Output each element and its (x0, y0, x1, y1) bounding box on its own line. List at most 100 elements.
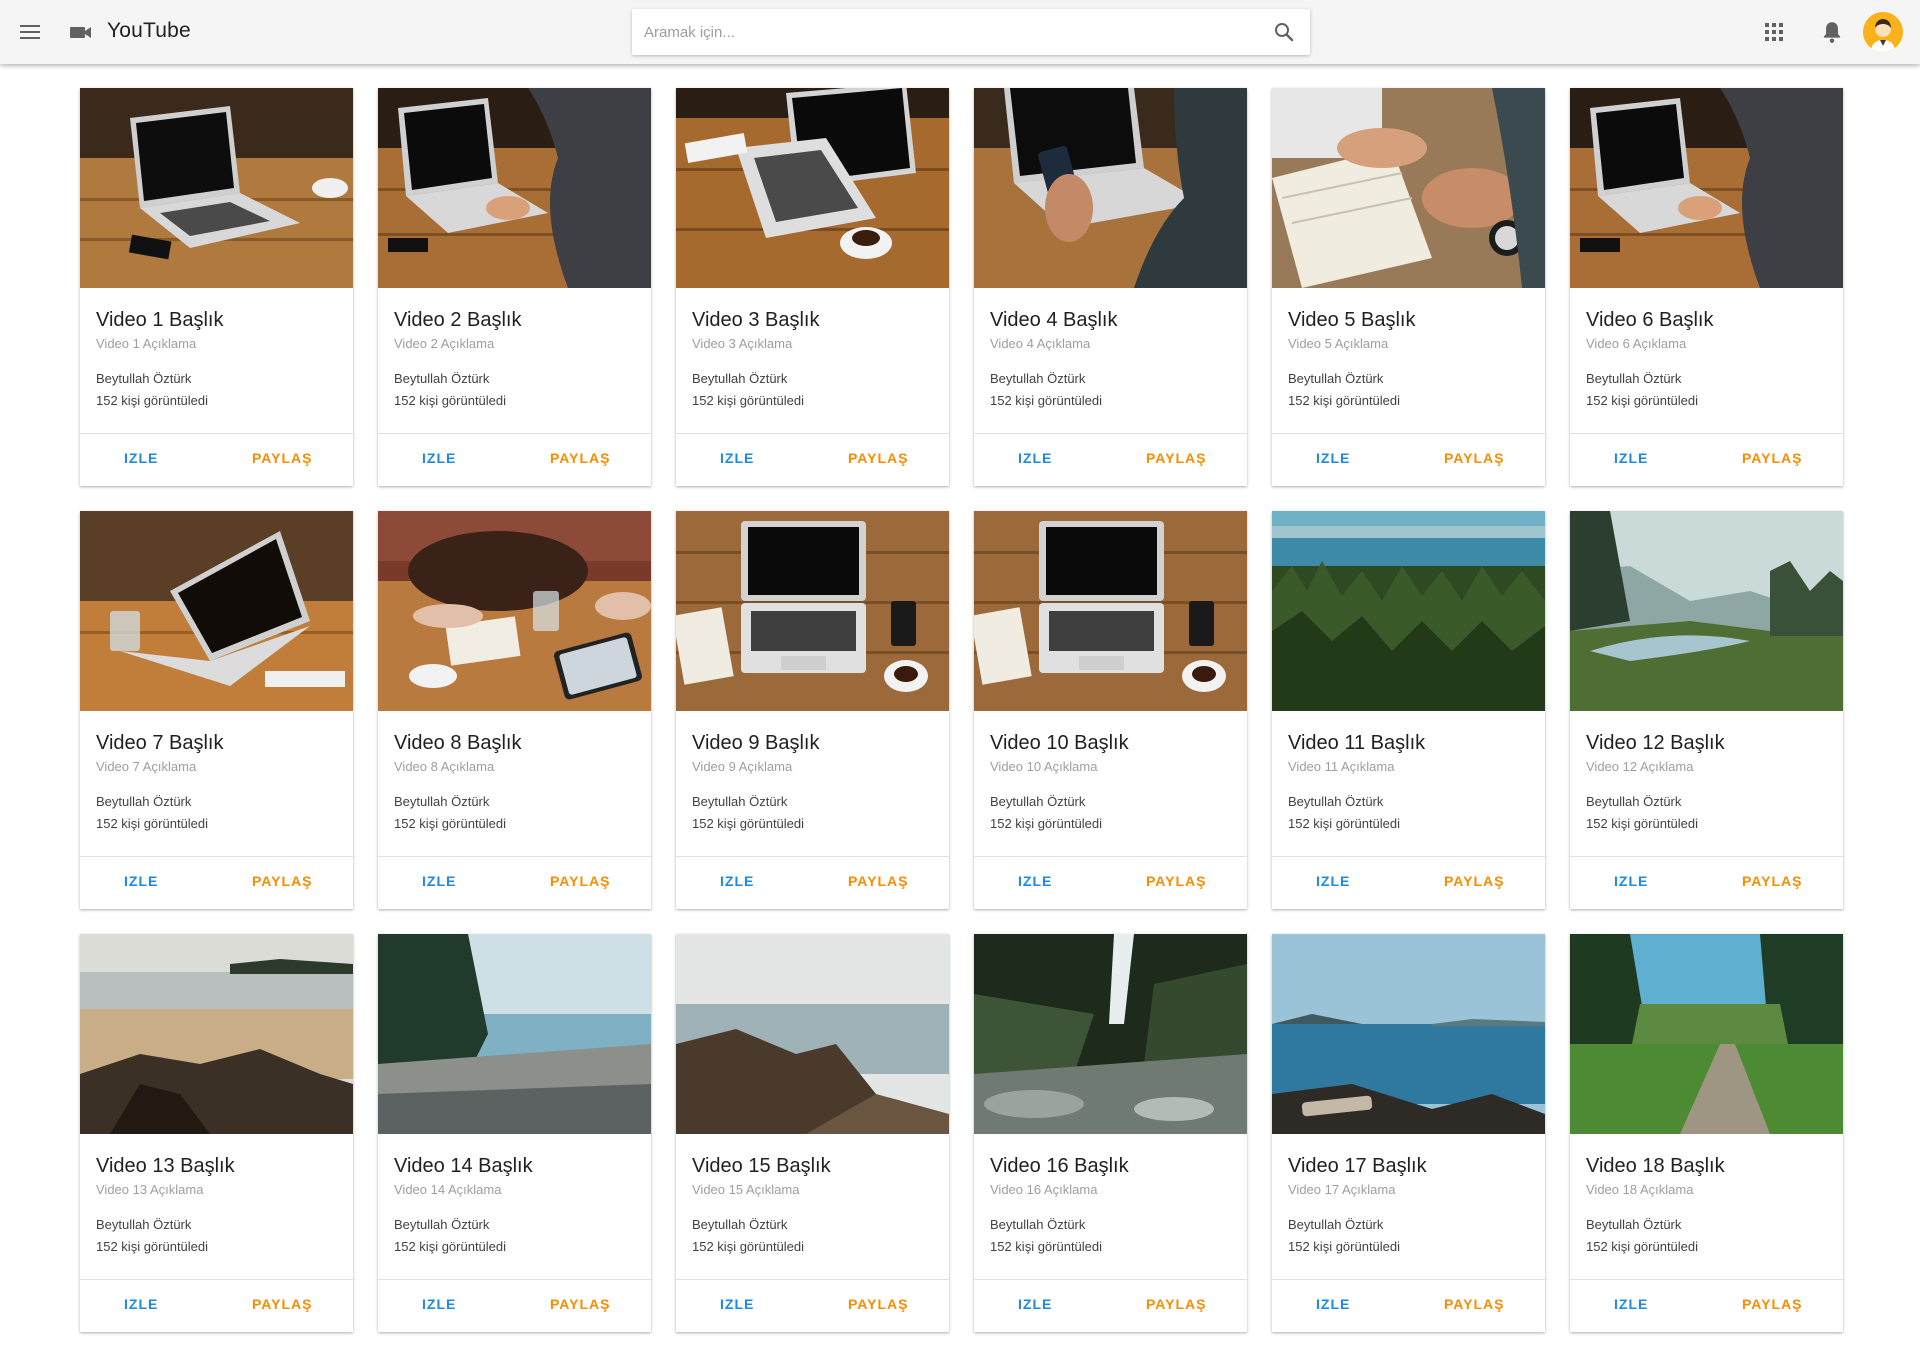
watch-button[interactable]: IZLE (720, 1296, 754, 1312)
video-description: Video 7 Açıklama (96, 759, 197, 774)
video-thumbnail[interactable] (1570, 511, 1843, 711)
watch-button[interactable]: IZLE (1614, 1296, 1648, 1312)
watch-button[interactable]: IZLE (1018, 873, 1052, 889)
video-thumbnail[interactable] (1570, 88, 1843, 288)
card-content: Video 8 Başlık Video 8 Açıklama Beytulla… (378, 711, 651, 857)
video-card: Video 5 Başlık Video 5 Açıklama Beytulla… (1272, 88, 1545, 486)
video-thumbnail[interactable] (676, 511, 949, 711)
video-author: Beytullah Öztürk (394, 371, 490, 386)
share-button[interactable]: PAYLAŞ (848, 1296, 908, 1312)
video-thumbnail[interactable] (1272, 511, 1545, 711)
card-content: Video 6 Başlık Video 6 Açıklama Beytulla… (1570, 288, 1843, 434)
card-actions: IZLE PAYLAŞ (676, 434, 949, 486)
card-actions: IZLE PAYLAŞ (80, 434, 353, 486)
watch-button[interactable]: IZLE (422, 873, 456, 889)
thumbnail-image (974, 511, 1247, 711)
video-title: Video 5 Başlık (1288, 309, 1416, 331)
video-views: 152 kişi görüntüledi (1586, 816, 1699, 831)
watch-button[interactable]: IZLE (1018, 1296, 1052, 1312)
video-description: Video 15 Açıklama (692, 1182, 800, 1197)
video-card: Video 17 Başlık Video 17 Açıklama Beytul… (1272, 934, 1545, 1332)
share-button[interactable]: PAYLAŞ (1146, 1296, 1206, 1312)
video-thumbnail[interactable] (676, 934, 949, 1134)
video-thumbnail[interactable] (974, 511, 1247, 711)
thumbnail-image (378, 511, 651, 711)
search-input[interactable] (632, 9, 1252, 55)
share-button[interactable]: PAYLAŞ (1742, 873, 1802, 889)
video-views: 152 kişi görüntüledi (96, 1239, 209, 1254)
share-button[interactable]: PAYLAŞ (1444, 873, 1504, 889)
share-button[interactable]: PAYLAŞ (1742, 1296, 1802, 1312)
video-thumbnail[interactable] (80, 511, 353, 711)
video-card: Video 13 Başlık Video 13 Açıklama Beytul… (80, 934, 353, 1332)
share-button[interactable]: PAYLAŞ (252, 873, 312, 889)
video-description: Video 6 Açıklama (1586, 336, 1687, 351)
watch-button[interactable]: IZLE (124, 1296, 158, 1312)
share-button[interactable]: PAYLAŞ (848, 873, 908, 889)
video-thumbnail[interactable] (378, 934, 651, 1134)
share-button[interactable]: PAYLAŞ (1444, 450, 1504, 466)
watch-button[interactable]: IZLE (422, 1296, 456, 1312)
video-card: Video 14 Başlık Video 14 Açıklama Beytul… (378, 934, 651, 1332)
thumbnail-image (676, 934, 949, 1134)
video-thumbnail[interactable] (974, 934, 1247, 1134)
video-title: Video 15 Başlık (692, 1155, 831, 1177)
bell-icon[interactable] (1819, 19, 1845, 45)
card-actions: IZLE PAYLAŞ (676, 1280, 949, 1332)
watch-button[interactable]: IZLE (1614, 450, 1648, 466)
apps-icon[interactable] (1762, 20, 1786, 44)
video-card: Video 3 Başlık Video 3 Açıklama Beytulla… (676, 88, 949, 486)
video-thumbnail[interactable] (378, 511, 651, 711)
video-thumbnail[interactable] (1272, 934, 1545, 1134)
video-thumbnail[interactable] (80, 934, 353, 1134)
share-button[interactable]: PAYLAŞ (1742, 450, 1802, 466)
watch-button[interactable]: IZLE (1316, 1296, 1350, 1312)
menu-icon[interactable] (14, 16, 46, 48)
share-button[interactable]: PAYLAŞ (550, 873, 610, 889)
video-views: 152 kişi görüntüledi (96, 393, 209, 408)
share-button[interactable]: PAYLAŞ (1444, 1296, 1504, 1312)
video-thumbnail[interactable] (676, 88, 949, 288)
share-button[interactable]: PAYLAŞ (252, 450, 312, 466)
video-title: Video 17 Başlık (1288, 1155, 1427, 1177)
video-author: Beytullah Öztürk (1586, 794, 1682, 809)
video-card: Video 9 Başlık Video 9 Açıklama Beytulla… (676, 511, 949, 909)
card-actions: IZLE PAYLAŞ (1570, 434, 1843, 486)
video-author: Beytullah Öztürk (692, 794, 788, 809)
video-author: Beytullah Öztürk (394, 1217, 490, 1232)
watch-button[interactable]: IZLE (720, 450, 754, 466)
share-button[interactable]: PAYLAŞ (848, 450, 908, 466)
thumbnail-image (1272, 511, 1545, 711)
avatar[interactable] (1863, 12, 1903, 52)
thumbnail-image (676, 511, 949, 711)
share-button[interactable]: PAYLAŞ (550, 1296, 610, 1312)
watch-button[interactable]: IZLE (422, 450, 456, 466)
watch-button[interactable]: IZLE (1614, 873, 1648, 889)
video-thumbnail[interactable] (378, 88, 651, 288)
share-button[interactable]: PAYLAŞ (1146, 450, 1206, 466)
share-button[interactable]: PAYLAŞ (550, 450, 610, 466)
search-icon[interactable] (1272, 20, 1296, 44)
thumbnail-image (80, 511, 353, 711)
share-button[interactable]: PAYLAŞ (252, 1296, 312, 1312)
video-description: Video 18 Açıklama (1586, 1182, 1694, 1197)
video-title: Video 13 Başlık (96, 1155, 235, 1177)
video-thumbnail[interactable] (974, 88, 1247, 288)
card-actions: IZLE PAYLAŞ (80, 1280, 353, 1332)
watch-button[interactable]: IZLE (720, 873, 754, 889)
video-views: 152 kişi görüntüledi (394, 1239, 507, 1254)
video-description: Video 1 Açıklama (96, 336, 197, 351)
thumbnail-image (1570, 934, 1843, 1134)
video-thumbnail[interactable] (1570, 934, 1843, 1134)
video-title: Video 9 Başlık (692, 732, 820, 754)
video-views: 152 kişi görüntüledi (692, 816, 805, 831)
watch-button[interactable]: IZLE (124, 873, 158, 889)
video-thumbnail[interactable] (1272, 88, 1545, 288)
watch-button[interactable]: IZLE (1018, 450, 1052, 466)
video-views: 152 kişi görüntüledi (394, 393, 507, 408)
watch-button[interactable]: IZLE (1316, 450, 1350, 466)
share-button[interactable]: PAYLAŞ (1146, 873, 1206, 889)
watch-button[interactable]: IZLE (124, 450, 158, 466)
video-thumbnail[interactable] (80, 88, 353, 288)
watch-button[interactable]: IZLE (1316, 873, 1350, 889)
